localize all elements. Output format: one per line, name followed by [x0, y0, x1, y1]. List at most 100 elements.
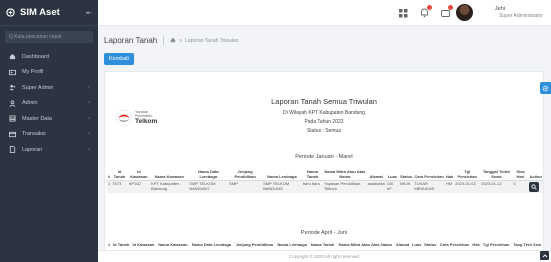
table-cell: KPT Kabupaten Bandung	[151, 181, 180, 191]
user-name[interactable]: Jehi	[495, 6, 505, 12]
table-cell: SMP TELKOM BANDUNG	[263, 181, 290, 191]
sidebar-item-label: Dashboard	[22, 53, 49, 60]
topbar: Jehi Super Administrator	[98, 0, 551, 26]
breadcrumb-separator: >	[179, 37, 183, 44]
chevron-left-icon: ‹	[88, 131, 90, 138]
col-header: Id Kawasan	[130, 169, 148, 179]
col-header: Id Tanah	[113, 242, 130, 247]
table-cell: baru baru	[302, 181, 320, 187]
footer: Copyright © 2023 All right reserved.	[98, 250, 551, 262]
report-year: Pada Tahun 2023	[304, 119, 344, 125]
transaction-icon	[8, 130, 16, 138]
report-card: Yayasan Pendidikan Telkom Laporan Tanah …	[104, 71, 544, 262]
profile-card-icon	[8, 68, 16, 76]
col-header: Tang Terb Sew	[513, 242, 542, 247]
home-icon[interactable]	[170, 37, 176, 45]
app-logo-icon	[6, 8, 15, 17]
period-title-q2: Periode April - Juni	[300, 230, 348, 236]
period-title-q1: Periode Januari - Maret	[295, 154, 353, 160]
col-header: Status	[424, 242, 437, 247]
sidebar-item-label: Super Admin	[22, 84, 54, 91]
gear-icon	[542, 85, 549, 91]
report-table-q2: # Id Tanah Id Kawasan Nama Kawasan Nama …	[107, 242, 543, 249]
topbar-icons	[397, 5, 453, 19]
sidebar-item-label: Transaksi	[22, 131, 46, 138]
col-header: Nama Tanah	[306, 169, 319, 179]
table-cell: KP162	[128, 181, 141, 187]
sidebar-item-label: My Profil	[22, 69, 44, 76]
settings-button[interactable]	[540, 82, 551, 94]
database-icon	[8, 115, 16, 123]
col-header: Nama Tanah	[310, 242, 335, 247]
table-row: 1 T673 KP162 KPT Kabupaten Bandung SMP T…	[107, 180, 543, 194]
app-title: SIM Aset	[20, 7, 60, 18]
col-header: Luas	[412, 242, 422, 247]
col-header: Hak	[445, 173, 454, 179]
sidebar-search[interactable]	[5, 31, 93, 43]
col-header: Hak	[472, 242, 480, 247]
table-header-row: # Id Tanah Id Kawasan Nama Kawasan Nama …	[107, 169, 543, 181]
sidebar-item-admin[interactable]: Admin ‹	[0, 96, 98, 112]
table-cell: 2023-01-12	[481, 181, 502, 187]
table-cell: SMP	[229, 181, 238, 187]
search-input[interactable]	[9, 34, 89, 40]
col-header: Sisa Hari	[516, 169, 525, 179]
col-header: Nama Lembaga	[277, 242, 307, 247]
col-header: Tgl Perolehan	[482, 242, 510, 247]
notification-bell-icon[interactable]	[418, 5, 432, 19]
col-header: Alamat	[395, 242, 410, 247]
sidebar: SIM Aset ⇤ Dashboard My Profil Super Adm…	[0, 0, 98, 262]
sidebar-item-transaksi[interactable]: Transaksi ‹	[0, 127, 98, 143]
table-header-row: # Id Tanah Id Kawasan Nama Kawasan Nama …	[107, 242, 543, 249]
home-icon	[8, 53, 16, 61]
report-status: Status : Semua	[306, 128, 342, 134]
col-header: Id Kawasan	[132, 242, 155, 247]
col-header: Status	[400, 173, 413, 179]
messages-badge	[448, 5, 453, 10]
action-cell	[528, 181, 543, 194]
brand: SIM Aset ⇤	[0, 0, 98, 26]
chevron-up-icon	[542, 253, 547, 257]
sidebar-nav: Dashboard My Profil Super Admin ‹ Admin …	[0, 49, 98, 158]
page-header: Laporan Tanah > Laporan Tanah Triwulan	[104, 36, 238, 45]
grid-menu-icon[interactable]	[397, 7, 409, 19]
chevron-left-icon: ‹	[88, 84, 90, 91]
sidebar-item-master-data[interactable]: Master Data ‹	[0, 111, 98, 127]
avatar[interactable]	[456, 4, 473, 21]
notification-badge	[427, 5, 432, 10]
col-header: Nama Kawasan	[158, 242, 188, 247]
messages-icon[interactable]	[439, 5, 453, 19]
breadcrumb-current: Laporan Tanah Triwulan	[185, 37, 239, 44]
user-role: Super Administrator	[499, 13, 543, 19]
scroll-to-top-button[interactable]	[540, 251, 549, 260]
sidebar-item-label: Master Data	[22, 115, 52, 122]
table-cell: HM	[445, 181, 453, 187]
back-button[interactable]: Kembali	[104, 53, 134, 65]
chevron-left-icon: ‹	[88, 146, 90, 153]
col-header: Nama Mitra Atau Atas Nama	[338, 242, 392, 247]
col-header: Jenjang Pendidikan	[234, 169, 256, 179]
report-region: Di Wilayah KPT Kabupaten Bandung	[283, 110, 365, 116]
col-header: Luas	[387, 173, 398, 179]
table-cell: SMP TELKOM BANDUNG	[189, 181, 216, 191]
sidebar-item-laporan[interactable]: Laporan ‹	[0, 142, 98, 158]
col-header: Action	[529, 173, 542, 179]
sidebar-item-dashboard[interactable]: Dashboard	[0, 49, 98, 65]
sidebar-item-super-admin[interactable]: Super Admin ‹	[0, 80, 98, 96]
sidebar-item-label: Laporan	[22, 146, 43, 153]
col-header: Id Tanah	[113, 169, 126, 179]
col-header: Nama Lembaga	[267, 173, 297, 179]
table-cell: 2023-01-02	[455, 181, 476, 187]
document-icon	[8, 146, 16, 154]
users-icon	[8, 84, 16, 92]
main-content: Laporan Tanah > Laporan Tanah Triwulan K…	[98, 26, 551, 262]
sidebar-toggle-button[interactable]: ⇤	[86, 9, 92, 17]
col-header: Cara Perolehan	[439, 242, 470, 247]
col-header: Nama Mitra Atau Atas Nama	[324, 169, 366, 179]
breadcrumb: > Laporan Tanah Triwulan	[170, 37, 238, 45]
user-icon	[8, 99, 16, 107]
chevron-left-icon: ‹	[88, 100, 90, 107]
view-detail-button[interactable]	[529, 182, 540, 193]
sidebar-item-my-profil[interactable]: My Profil	[0, 65, 98, 81]
table-cell: TUKAR MENUKAR	[414, 181, 435, 191]
